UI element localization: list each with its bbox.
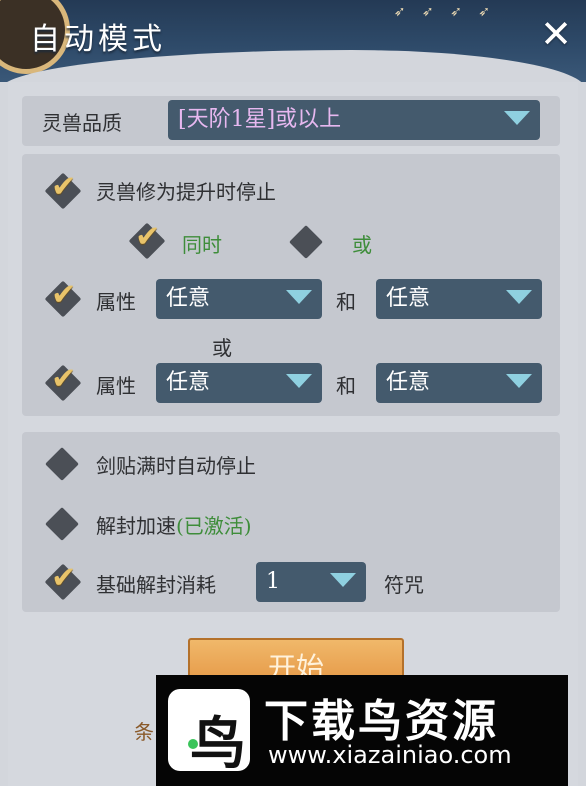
quality-value: [天阶1星]或以上: [178, 107, 342, 132]
attr-row2-dropdown2[interactable]: 任意: [376, 363, 542, 403]
base-cost-dropdown[interactable]: 1: [256, 562, 366, 602]
quality-panel: 灵兽品质 [天阶1星]或以上: [22, 96, 560, 146]
close-icon[interactable]: ✕: [536, 14, 576, 54]
base-cost-checkbox[interactable]: ✔: [44, 560, 82, 601]
chevron-down-icon: [286, 374, 312, 388]
options-panel: 剑贴满时自动停止 解封加速(已激活) ✔ 基础解封消耗 1 符咒: [22, 432, 560, 612]
logo-glyph: 鸟: [190, 712, 246, 777]
auto-mode-dialog: ➶ ➶ ➶ ➶ 自动模式 ✕ 灵兽品质 [天阶1星]或以上 ✔ 灵兽修为提升时停…: [0, 0, 586, 786]
cultivation-panel: ✔ 灵兽修为提升时停止 ✔ 同时 或 ✔ 属性 任意 和 任意 或 ✔ 属性 任…: [22, 154, 560, 416]
checkmark-icon: ✔: [51, 277, 77, 313]
attr-row1-value1: 任意: [166, 286, 211, 311]
and-label-row2: 和: [336, 374, 356, 398]
stop-on-cultivation-checkbox[interactable]: ✔: [44, 169, 82, 210]
unseal-speed-text: 解封加速: [96, 514, 176, 538]
attr-row2-value1: 任意: [166, 370, 211, 395]
unseal-speed-label: 解封加速(已激活): [96, 510, 252, 539]
watermark-banner: 鸟 下载鸟资源 www.xiazainiao.com: [156, 675, 568, 786]
watermark-logo: 鸟: [168, 689, 250, 777]
both-radio[interactable]: ✔: [128, 219, 166, 260]
condition-text: 条: [134, 720, 154, 744]
base-cost-label: 基础解封消耗: [96, 573, 216, 597]
checkmark-icon: ✔: [135, 219, 161, 255]
attr-row2-label: 属性: [96, 374, 136, 398]
attr-row2-value2: 任意: [386, 370, 431, 395]
chevron-down-icon: [330, 573, 356, 587]
unseal-speed-checkbox[interactable]: [45, 507, 79, 541]
or-label: 或: [352, 233, 372, 257]
attr-row1-dropdown1[interactable]: 任意: [156, 279, 322, 319]
and-label-row1: 和: [336, 290, 356, 314]
attr-row1-value2: 任意: [386, 286, 431, 311]
checkmark-icon: ✔: [51, 560, 77, 596]
watermark-url: www.xiazainiao.com: [268, 741, 512, 769]
chevron-down-icon: [286, 290, 312, 304]
watermark-brand: 下载鸟资源: [264, 696, 499, 747]
dialog-title: 自动模式: [30, 22, 166, 57]
both-label: 同时: [182, 233, 222, 257]
quality-dropdown[interactable]: [天阶1星]或以上: [168, 100, 540, 140]
between-or-label: 或: [212, 336, 232, 360]
stop-on-cultivation-label: 灵兽修为提升时停止: [96, 180, 276, 204]
attr-row2-dropdown1[interactable]: 任意: [156, 363, 322, 403]
sword-stop-label: 剑贴满时自动停止: [96, 454, 256, 478]
sword-stop-checkbox[interactable]: [45, 447, 79, 481]
attr-row1-checkbox[interactable]: ✔: [44, 277, 82, 318]
chevron-down-icon: [506, 374, 532, 388]
checkmark-icon: ✔: [51, 169, 77, 205]
attr-row1-label: 属性: [96, 290, 136, 314]
attr-row2-checkbox[interactable]: ✔: [44, 361, 82, 402]
logo-dot: [188, 739, 198, 749]
chevron-down-icon: [506, 290, 532, 304]
checkmark-icon: ✔: [51, 361, 77, 397]
base-cost-value: 1: [266, 569, 280, 594]
quality-label: 灵兽品质: [42, 111, 122, 135]
attr-row1-dropdown2[interactable]: 任意: [376, 279, 542, 319]
or-radio[interactable]: [289, 225, 323, 259]
unseal-status: (已激活): [176, 514, 252, 538]
birds-decoration: ➶ ➶ ➶ ➶: [393, 4, 496, 20]
base-cost-unit: 符咒: [384, 573, 424, 597]
chevron-down-icon: [504, 111, 530, 125]
